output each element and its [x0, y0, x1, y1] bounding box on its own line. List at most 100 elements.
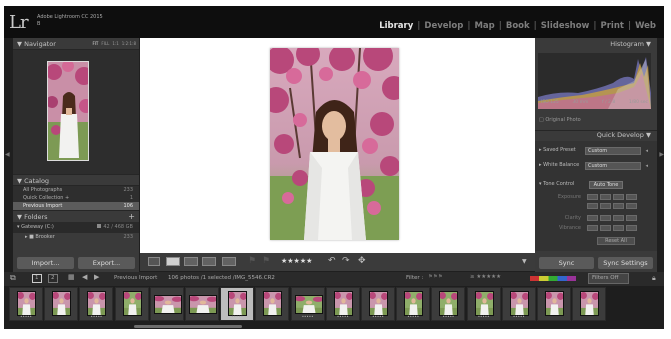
exposure-label: Exposure: [557, 194, 581, 200]
import-button[interactable]: Import...: [17, 257, 74, 269]
filmstrip-scrollbar[interactable]: [134, 325, 242, 328]
volume-label: Gateway (C:): [21, 224, 54, 230]
painter-icon[interactable]: ✥: [358, 256, 366, 266]
quick-develop-header[interactable]: Quick Develop ▼: [535, 130, 657, 140]
module-web[interactable]: Web: [631, 21, 660, 31]
original-photo-label: Original Photo: [545, 117, 581, 123]
filter-stars-icon[interactable]: ≥ ★★★★★: [470, 274, 501, 280]
histogram-camera-info: ISO 125 30 mm f / 2.8 1/80 sec: [538, 100, 651, 105]
filmstrip-selection-info[interactable]: 106 photos /1 selected /IMG_5546.CR2: [168, 275, 275, 281]
people-view-icon[interactable]: [222, 257, 236, 266]
toolbar-menu-icon[interactable]: ▼: [522, 258, 527, 265]
filter-flags-icon[interactable]: ⚑⚑⚑: [428, 274, 443, 280]
reject-flag-icon[interactable]: ⚑: [262, 256, 270, 266]
right-panel-toggle-icon[interactable]: ▶: [659, 151, 664, 158]
catalog-item-label: All Photographs: [23, 187, 63, 193]
module-print[interactable]: Print: [597, 21, 628, 31]
navigator-header[interactable]: ▼ Navigator FIT FILL 1:1 1:2:1:8: [13, 38, 139, 49]
white-balance-select[interactable]: Custom ◂: [585, 162, 648, 170]
module-develop[interactable]: Develop: [420, 21, 467, 31]
catalog-name: B: [37, 21, 41, 27]
filmstrip-thumbnail[interactable]: [537, 287, 571, 321]
catalog-item-all-photographs[interactable]: All Photographs 233: [13, 186, 139, 194]
forward-arrow-icon[interactable]: ▶: [94, 273, 99, 281]
filmstrip-thumbnail[interactable]: [255, 287, 290, 321]
secondary-display-icon[interactable]: ⧉: [10, 273, 16, 283]
filter-lock-icon[interactable]: 🔒︎: [652, 274, 656, 283]
lightroom-logo: Lr: [9, 12, 29, 33]
zoom-1-1[interactable]: 1:1: [112, 41, 118, 46]
filmstrip-thumbnail[interactable]: •••••: [79, 287, 114, 321]
filmstrip-thumbnail[interactable]: [44, 287, 79, 321]
filmstrip-thumbnail[interactable]: [114, 287, 149, 321]
catalog-item-label: Previous Import: [23, 203, 63, 209]
filmstrip-thumbnail[interactable]: [572, 287, 607, 321]
filmstrip-thumbnail[interactable]: •••••: [9, 287, 43, 321]
module-slideshow[interactable]: Slideshow: [537, 21, 594, 31]
zoom-fit[interactable]: FIT: [92, 41, 98, 46]
module-library[interactable]: Library: [375, 21, 417, 31]
catalog-item-previous-import[interactable]: Previous Import 106: [13, 202, 139, 210]
filmstrip-thumbnail[interactable]: •••••: [501, 287, 536, 321]
zoom-fill[interactable]: FILL: [101, 41, 109, 46]
loupe-view[interactable]: [140, 38, 535, 253]
rotate-left-icon[interactable]: ↶: [328, 256, 336, 266]
sync-settings-button[interactable]: Sync Settings: [598, 257, 653, 269]
sync-button[interactable]: Sync: [539, 257, 594, 269]
navigator-preview[interactable]: [13, 49, 139, 174]
filmstrip-thumbnail[interactable]: •••••: [466, 287, 501, 321]
filmstrip-thumbnail[interactable]: •••••: [431, 287, 466, 321]
star-rating[interactable]: ★★★★★: [281, 257, 312, 265]
filters-off-select[interactable]: Filters Off: [588, 273, 630, 284]
zoom-custom[interactable]: 1:2:1:8: [122, 41, 136, 46]
import-export-bar: Import... Export...: [13, 254, 139, 272]
back-arrow-icon[interactable]: ◀: [82, 273, 87, 281]
page-2-button[interactable]: 2: [48, 274, 58, 283]
vibrance-buttons[interactable]: [587, 225, 637, 231]
filmstrip-thumbnail[interactable]: [149, 287, 184, 321]
thumbnail-image: [439, 291, 459, 316]
catalog-header[interactable]: ▼ Catalog: [13, 174, 139, 185]
filmstrip-thumbnail[interactable]: •••••: [396, 287, 431, 321]
filmstrip-thumbnail[interactable]: •••••: [325, 287, 360, 321]
export-button[interactable]: Export...: [78, 257, 135, 269]
filmstrip-source[interactable]: Previous Import: [114, 275, 157, 281]
catalog-item-quick-collection[interactable]: Quick Collection + 1: [13, 194, 139, 202]
loupe-view-icon[interactable]: [166, 257, 180, 266]
grid-view-icon[interactable]: [148, 257, 160, 266]
select-arrow-icon: ◂: [645, 148, 648, 154]
left-panel-toggle-icon[interactable]: ◀: [5, 151, 10, 158]
module-map[interactable]: Map: [470, 21, 498, 31]
survey-view-icon[interactable]: [202, 257, 216, 266]
navigator-zoom-options: FIT FILL 1:1 1:2:1:8: [92, 41, 136, 46]
thumbnail-rating: •••••: [407, 314, 420, 319]
filmstrip-thumbnail[interactable]: •••••: [220, 287, 255, 321]
filter-color-labels[interactable]: [530, 276, 576, 281]
filmstrip-thumbnail[interactable]: [185, 287, 219, 321]
page-1-button[interactable]: 1: [32, 274, 42, 283]
thumbnail-image: [263, 291, 283, 316]
white-balance-text: White Balance: [543, 162, 580, 168]
thumbnail-image: [87, 291, 107, 316]
tone-buttons-row-2[interactable]: [587, 203, 637, 209]
compare-view-icon[interactable]: [184, 257, 198, 266]
auto-tone-button[interactable]: Auto Tone: [589, 181, 623, 189]
filmstrip-thumbnail[interactable]: •••••: [361, 287, 395, 321]
module-book[interactable]: Book: [502, 21, 534, 31]
thumbnail-rating: •••••: [301, 314, 314, 319]
filmstrip-thumbnail[interactable]: •••••: [290, 287, 325, 321]
reset-all-button[interactable]: Reset All: [597, 237, 635, 245]
volume-space: 42 / 468 GB: [103, 224, 133, 230]
grid-icon[interactable]: ▦: [68, 273, 75, 281]
flag-icon[interactable]: ⚑: [248, 256, 256, 266]
right-panel: Histogram ▼ ISO 125 30 mm f / 2.8 1/80 s…: [535, 38, 657, 272]
clarity-buttons[interactable]: [587, 215, 637, 221]
exposure-buttons[interactable]: [587, 194, 637, 200]
folders-header[interactable]: ▼ Folders +: [13, 210, 139, 222]
rotate-right-icon[interactable]: ↷: [342, 256, 350, 266]
volume-row[interactable]: ▾ Gateway (C:) 42 / 468 GB: [13, 222, 139, 233]
add-folder-icon[interactable]: +: [128, 212, 135, 221]
histogram-header[interactable]: Histogram ▼: [535, 38, 657, 49]
saved-preset-select[interactable]: Custom ◂: [585, 147, 648, 155]
folder-item-brooker[interactable]: ▸ ■ Brooker 233: [13, 233, 139, 242]
